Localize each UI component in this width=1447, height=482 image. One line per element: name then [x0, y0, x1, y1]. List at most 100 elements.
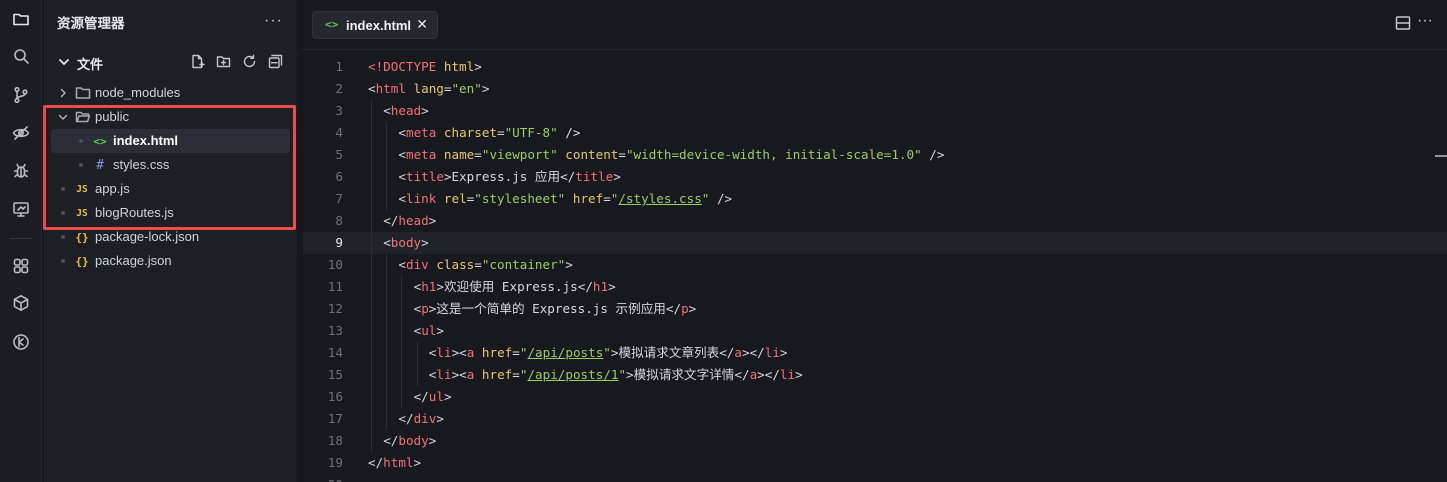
code-line: 16 </ul>	[303, 386, 1447, 408]
tree-item[interactable]: {} package.json	[44, 249, 297, 273]
watch-icon[interactable]	[8, 120, 34, 146]
code-token: ul	[428, 389, 444, 404]
json-file-icon: {}	[75, 230, 89, 244]
split-editor-icon[interactable]	[1395, 15, 1413, 33]
source-control-icon[interactable]	[8, 82, 34, 108]
code-text: <ul>	[414, 320, 444, 342]
code-token: /styles.css	[618, 191, 702, 206]
tab-index-html[interactable]: <> index.html ✕	[312, 11, 438, 39]
code-text: <html lang="en">	[368, 78, 489, 100]
code-token: title	[405, 169, 444, 184]
line-number: 19	[327, 455, 343, 470]
code-token: meta	[405, 125, 437, 140]
code-line: 5 <meta name="viewport" content="width=de…	[303, 144, 1447, 166]
debug-icon[interactable]	[8, 158, 34, 184]
code-token: </	[383, 433, 399, 448]
code-token: li	[779, 367, 796, 382]
line-number: 14	[327, 345, 343, 360]
tree-item[interactable]: <> index.html	[44, 129, 297, 153]
files-section-header[interactable]: 文件	[44, 50, 297, 74]
code-line: 9 <body>	[303, 232, 1447, 254]
indent-guide	[386, 408, 388, 430]
chevron-right-icon	[57, 87, 69, 99]
line-number: 20	[303, 474, 343, 482]
editor-more-button[interactable]: ···	[1417, 12, 1433, 30]
tree-item[interactable]: public	[44, 105, 297, 129]
code-text: </div>	[398, 408, 444, 430]
code-token: 欢迎使用 Express.js	[443, 279, 578, 294]
code-token: </	[398, 411, 414, 426]
code-line: 2 <html lang="en">	[303, 78, 1447, 100]
code-token: >	[626, 367, 634, 382]
sidebar-title: 资源管理器	[57, 16, 125, 31]
extensions-icon[interactable]	[8, 253, 34, 279]
indent-guide	[371, 364, 372, 386]
code-token: /api/posts/1	[527, 367, 619, 382]
code-token: li	[436, 345, 452, 360]
indent-guide	[371, 430, 372, 452]
explorer-icon[interactable]	[8, 6, 34, 32]
code-token: </	[719, 345, 735, 360]
tree-item[interactable]: JS blogRoutes.js	[44, 201, 297, 225]
tree-item-label: public	[95, 109, 129, 124]
code-line: 11 <h1>欢迎使用 Express.js</h1>	[303, 276, 1447, 298]
timeline-icon[interactable]	[8, 329, 34, 355]
code-line: 19 </html>	[303, 452, 1447, 474]
search-icon[interactable]	[8, 43, 34, 69]
files-section-title: 文件	[77, 57, 104, 72]
code-text: </html>	[368, 452, 421, 474]
section-toolbar	[190, 54, 283, 69]
indent-dot	[79, 163, 83, 167]
activity-bar	[0, 0, 42, 482]
refresh-icon[interactable]	[242, 54, 257, 69]
code-token: >	[421, 235, 429, 250]
code-token: ></	[741, 345, 765, 360]
code-token: p	[421, 301, 429, 316]
indent-guide	[401, 320, 403, 342]
new-folder-icon[interactable]	[216, 54, 231, 69]
cube-icon[interactable]	[8, 290, 34, 316]
code-token: h1	[592, 279, 609, 294]
indent-guide	[416, 364, 418, 386]
code-line: 8 </head>	[303, 210, 1447, 232]
code-token: =	[474, 257, 482, 272]
line-number: 4	[335, 125, 343, 140]
folder-open-icon	[75, 110, 91, 124]
indent-guide	[401, 386, 403, 408]
code-text: <h1>欢迎使用 Express.js</h1>	[414, 276, 616, 298]
tree-item[interactable]: {} package-lock.json	[44, 225, 297, 249]
tree-item[interactable]: node_modules	[44, 81, 297, 105]
code-token: ><	[451, 367, 467, 382]
close-icon[interactable]: ✕	[416, 16, 428, 33]
remote-icon[interactable]	[8, 196, 34, 222]
tree-item-label: node_modules	[95, 85, 181, 100]
collapse-all-icon[interactable]	[268, 54, 283, 69]
code-token: >	[428, 433, 437, 448]
indent-guide	[371, 276, 372, 298]
line-number: 16	[327, 389, 343, 404]
tree-item[interactable]: # styles.css	[44, 153, 297, 177]
code-token: h1	[421, 279, 437, 294]
code-token: </	[368, 455, 384, 470]
code-token: body	[390, 235, 422, 250]
sidebar-more-button[interactable]: ···	[264, 12, 283, 30]
chevron-down-icon	[57, 55, 71, 69]
new-file-icon[interactable]	[190, 54, 205, 69]
indent-guide	[386, 254, 388, 276]
code-token: "width=device-width, initial-scale=1.0"	[625, 147, 922, 162]
indent-guide	[371, 386, 372, 408]
tree-item-label: package.json	[95, 253, 172, 268]
code-token: rel	[443, 191, 467, 206]
tree-item[interactable]: JS app.js	[44, 177, 297, 201]
code-token: >	[436, 411, 444, 426]
code-token: ><	[451, 345, 467, 360]
code-view[interactable]: 1 <!DOCTYPE html> 2 <html lang="en"> 3 <head>…	[303, 56, 1447, 482]
code-token: html	[383, 455, 414, 470]
code-token: body	[398, 433, 429, 448]
indent-guide	[386, 364, 388, 386]
